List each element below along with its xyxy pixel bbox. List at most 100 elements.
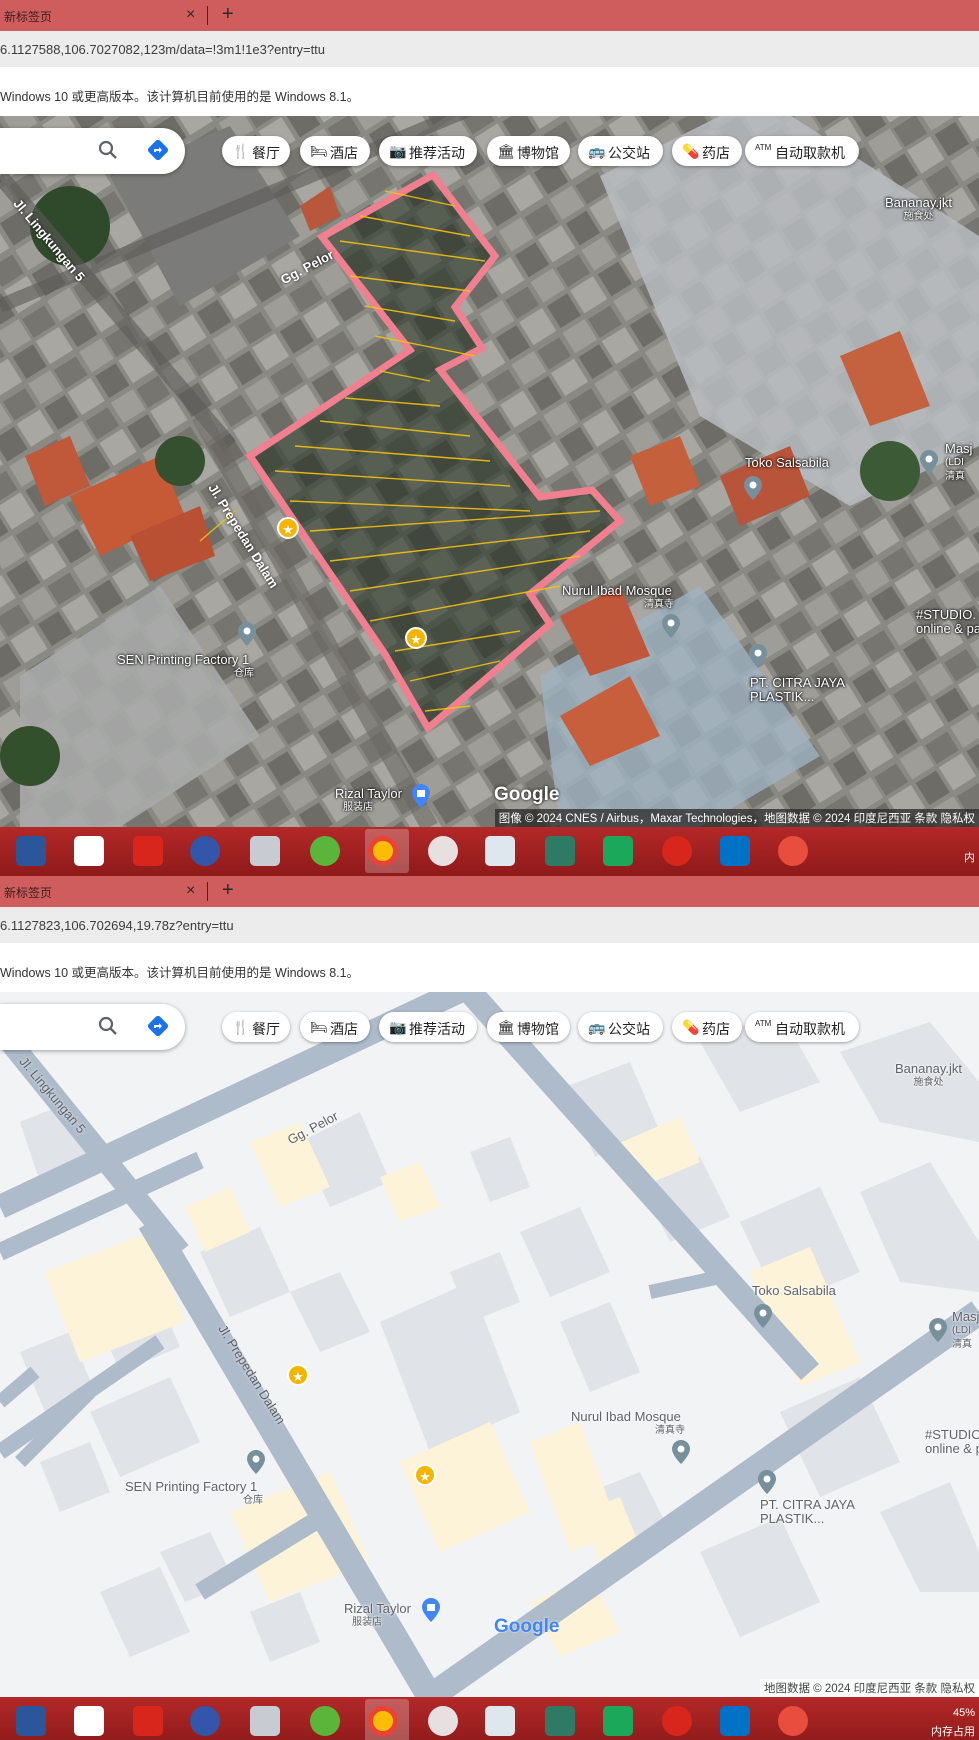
warehouse-pin-icon[interactable] xyxy=(238,622,256,646)
new-tab-button[interactable]: + xyxy=(222,3,234,26)
address-bar[interactable]: 6.1127823,106.702694,19.78z?entry=ttu xyxy=(0,907,979,943)
app-icon-4[interactable] xyxy=(778,836,808,866)
chip-activities[interactable]: 📷 推荐活动 xyxy=(379,1012,477,1042)
outlook-icon[interactable] xyxy=(720,836,750,866)
saved-star-icon[interactable]: ★ xyxy=(287,1364,309,1386)
place-pin-icon[interactable] xyxy=(749,644,767,668)
play-icon[interactable] xyxy=(603,1706,633,1736)
chrome-icon[interactable] xyxy=(368,1706,398,1736)
chip-transit[interactable]: 🚌 公交站 xyxy=(578,136,663,166)
app-icon-4[interactable] xyxy=(778,1706,808,1736)
app-icon[interactable] xyxy=(190,836,220,866)
search-box[interactable] xyxy=(0,1004,185,1050)
saved-star-icon[interactable]: ★ xyxy=(405,627,427,649)
play-icon[interactable] xyxy=(603,836,633,866)
baidu-netdisk-icon[interactable] xyxy=(74,1706,104,1736)
chip-atm[interactable]: ATM 自动取款机 xyxy=(745,136,859,166)
saved-star-icon[interactable]: ★ xyxy=(277,517,299,539)
shopping-pin-icon[interactable] xyxy=(422,1598,440,1622)
place-pin-icon[interactable] xyxy=(754,1304,772,1328)
tab-close-button[interactable]: × xyxy=(186,882,195,900)
app-icon[interactable] xyxy=(190,1706,220,1736)
search-box[interactable] xyxy=(0,128,185,174)
tab-title: 新标签页 xyxy=(4,886,53,900)
new-tab-button[interactable]: + xyxy=(222,879,234,902)
calculator-icon[interactable] xyxy=(250,1706,280,1736)
warehouse-pin-icon[interactable] xyxy=(247,1450,265,1474)
search-icon[interactable] xyxy=(96,1014,120,1038)
place-bananay[interactable]: Bananay.jkt 施食处 xyxy=(895,1062,962,1090)
shopping-pin-icon[interactable] xyxy=(412,784,430,808)
chip-pharmacy[interactable]: 💊 药店 xyxy=(672,136,742,166)
place-bananay[interactable]: Bananay.jkt 施食处 xyxy=(885,196,952,224)
word-icon[interactable] xyxy=(16,836,46,866)
place-rizal-taylor[interactable]: Rizal Taylor 服装店 xyxy=(344,1602,411,1630)
browser-tab[interactable]: 新标签页 × xyxy=(0,876,204,907)
info-bar: Windows 10 或更高版本。该计算机目前使用的是 Windows 8.1。 xyxy=(0,67,979,117)
chip-hotels[interactable]: 🛏 酒店 xyxy=(300,1012,370,1042)
place-toko-salsabila[interactable]: Toko Salsabila xyxy=(752,1284,836,1298)
directions-icon[interactable] xyxy=(146,138,170,162)
place-nurul-ibad-mosque[interactable]: Nurul Ibad Mosque 清真寺 xyxy=(571,1410,685,1438)
baidu-netdisk-icon[interactable] xyxy=(74,836,104,866)
monitor-icon[interactable] xyxy=(485,1706,515,1736)
place-toko-salsabila[interactable]: Toko Salsabila xyxy=(745,456,829,470)
app-icon-2[interactable] xyxy=(428,1706,458,1736)
saved-star-icon[interactable]: ★ xyxy=(414,1464,436,1486)
place-sen-printing[interactable]: SEN Printing Factory 1 仓库 xyxy=(117,653,254,681)
tab-separator xyxy=(207,6,208,25)
fork-knife-icon: 🍴 xyxy=(232,1019,250,1035)
chip-hotels[interactable]: 🛏 酒店 xyxy=(300,136,370,166)
chip-museums[interactable]: 🏛 博物馆 xyxy=(487,136,570,166)
mosque-pin-icon[interactable] xyxy=(662,614,680,638)
map-attribution[interactable]: 图像 © 2024 CNES / Airbus，Maxar Technologi… xyxy=(494,809,979,827)
place-rizal-taylor[interactable]: Rizal Taylor 服装店 xyxy=(335,787,402,815)
tab-strip: 新标签页 × + xyxy=(0,0,979,31)
chip-transit[interactable]: 🚌 公交站 xyxy=(578,1012,663,1042)
app-icon-3[interactable] xyxy=(545,1706,575,1736)
tab-close-button[interactable]: × xyxy=(186,6,195,24)
map-attribution[interactable]: 地图数据 © 2024 印度尼西亚 条款 隐私权 xyxy=(759,1679,979,1697)
mosque-pin-icon[interactable] xyxy=(672,1440,690,1464)
place-nurul-ibad-mosque[interactable]: Nurul Ibad Mosque 清真寺 xyxy=(562,584,674,612)
chip-activities[interactable]: 📷 推荐活动 xyxy=(379,136,477,166)
place-masjid[interactable]: Masj (LDI 清真 xyxy=(945,442,972,484)
calculator-icon[interactable] xyxy=(250,836,280,866)
chrome-icon[interactable] xyxy=(368,836,398,866)
place-sen-printing[interactable]: SEN Printing Factory 1 仓库 xyxy=(125,1480,263,1508)
audio-icon[interactable] xyxy=(662,836,692,866)
chip-restaurants[interactable]: 🍴 餐厅 xyxy=(222,136,290,166)
camera-icon: 📷 xyxy=(389,143,407,159)
place-studio[interactable]: #STUDIO. online & pa xyxy=(916,608,979,636)
directions-icon[interactable] xyxy=(146,1014,170,1038)
map-canvas-default[interactable]: 🍴 餐厅 🛏 酒店 📷 推荐活动 🏛 博物馆 🚌 公交站 💊 药店 ATM 自动取款机 Gg.… xyxy=(0,992,979,1697)
address-bar[interactable]: 6.1127588,106.7027082,123m/data=!3m1!1e3… xyxy=(0,31,979,67)
chip-museums[interactable]: 🏛 博物馆 xyxy=(487,1012,570,1042)
app-icon-2[interactable] xyxy=(428,836,458,866)
browser-tab[interactable]: 新标签页 × xyxy=(0,0,204,31)
place-studio[interactable]: #STUDIO online & p xyxy=(925,1428,979,1456)
place-pin-icon[interactable] xyxy=(758,1470,776,1494)
browser-icon[interactable] xyxy=(310,836,340,866)
app-icon-3[interactable] xyxy=(545,836,575,866)
place-pin-icon[interactable] xyxy=(744,476,762,500)
map-canvas-satellite[interactable]: 🍴 餐厅 🛏 酒店 📷 推荐活动 🏛 博物馆 🚌 公交站 💊 药店 ATM 自动取款机 Gg.… xyxy=(0,116,979,827)
chip-restaurants[interactable]: 🍴 餐厅 xyxy=(222,1012,290,1042)
place-citra-jaya[interactable]: PT. CITRA JAYA PLASTIK... xyxy=(750,676,845,704)
chip-atm[interactable]: ATM 自动取款机 xyxy=(745,1012,859,1042)
acrobat-icon[interactable] xyxy=(133,836,163,866)
place-masjid[interactable]: Masj (LDI 清真 xyxy=(952,1310,979,1352)
chip-pharmacy[interactable]: 💊 药店 xyxy=(672,1012,742,1042)
browser-icon[interactable] xyxy=(310,1706,340,1736)
audio-icon[interactable] xyxy=(662,1706,692,1736)
mosque-pin-icon[interactable] xyxy=(929,1318,947,1342)
outlook-icon[interactable] xyxy=(720,1706,750,1736)
monitor-icon[interactable] xyxy=(485,836,515,866)
word-icon[interactable] xyxy=(16,1706,46,1736)
place-citra-jaya[interactable]: PT. CITRA JAYA PLASTIK... xyxy=(760,1498,855,1526)
google-logo: Google xyxy=(494,784,560,805)
search-icon[interactable] xyxy=(96,138,120,162)
acrobat-icon[interactable] xyxy=(133,1706,163,1736)
info-text: Windows 10 或更高版本。该计算机目前使用的是 Windows 8.1。 xyxy=(0,90,360,104)
mosque-pin-icon[interactable] xyxy=(920,450,938,474)
